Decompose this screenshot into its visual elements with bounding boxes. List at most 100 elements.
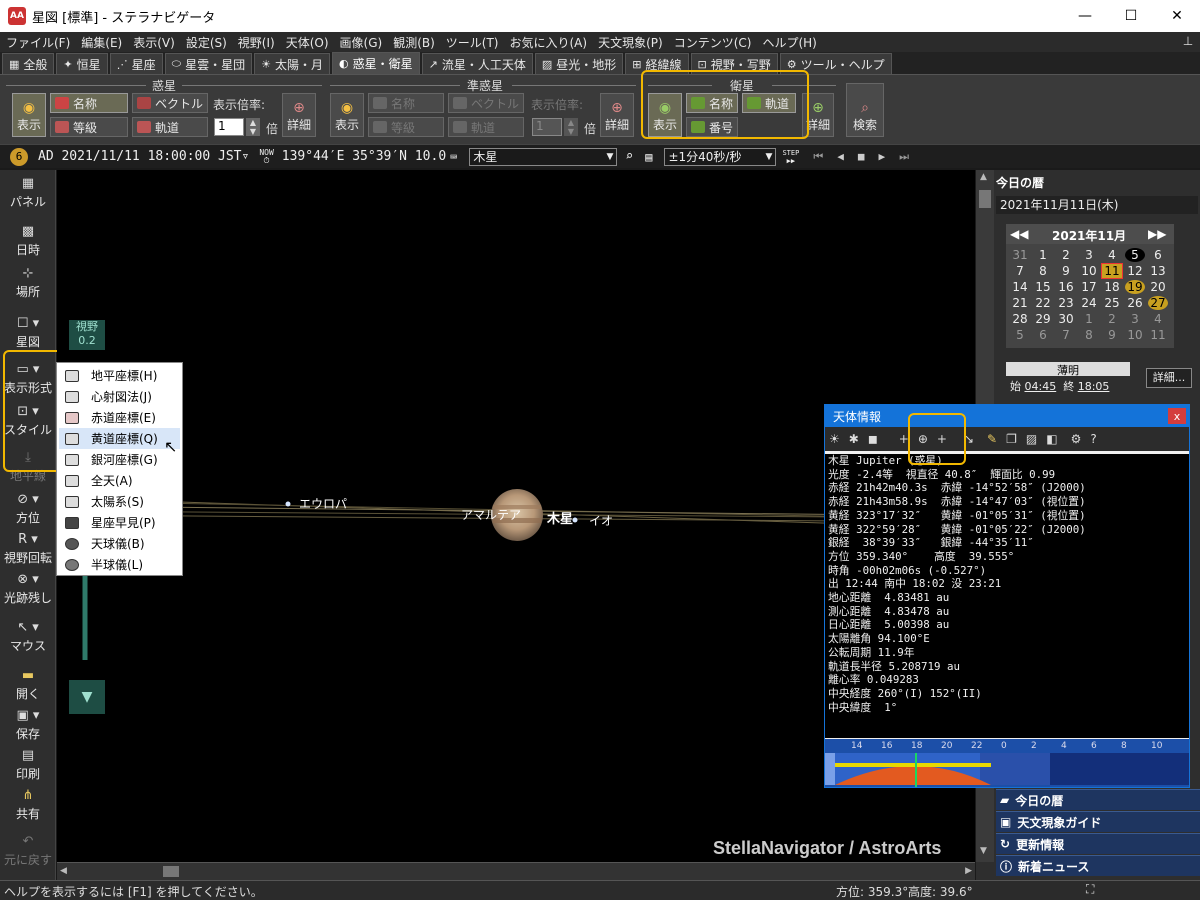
tab-general[interactable]: ▦ 全般 [2, 53, 55, 74]
planets-scale-input[interactable]: 1 [214, 118, 244, 136]
print-button[interactable]: ▤ 印刷 [0, 748, 56, 782]
calendar-day[interactable]: 7 [1010, 264, 1030, 278]
save-button[interactable]: ▣ ▾ 保存 [0, 708, 56, 742]
skip-forward-icon[interactable]: ⏭ [899, 150, 909, 164]
scroll-up-icon[interactable]: ▲ [980, 172, 987, 182]
mouse-button[interactable]: ↖ ▾ マウス [0, 620, 56, 654]
tab-tools-help[interactable]: ⚙ ツール・ヘルプ [779, 53, 892, 74]
info-window-titlebar[interactable]: 天体情報 x [825, 405, 1189, 427]
datetime-button[interactable]: ▩ 日時 [0, 224, 56, 258]
next-month-icon[interactable]: ▶▶ [1148, 227, 1166, 241]
pen-icon[interactable]: ✎ [987, 432, 997, 446]
calendar-day[interactable]: 1 [1079, 312, 1099, 326]
link-news[interactable]: ⓘ 新着ニュース [996, 855, 1200, 876]
menu-view[interactable]: 表示(V) [133, 34, 175, 51]
planets-vector-button[interactable]: ベクトル [132, 93, 208, 113]
scroll-down-icon[interactable]: ▼ [980, 846, 987, 856]
dwarf-show-button[interactable]: ◉ 表示 [330, 93, 364, 137]
planets-show-button[interactable]: ◉ 表示 [12, 93, 46, 137]
tab-grid[interactable]: ⊞ 経緯線 [625, 53, 689, 74]
tab-planets[interactable]: ◐ 惑星・衛星 [331, 52, 420, 74]
menu-object[interactable]: 天体(O) [286, 34, 329, 51]
calendar-day[interactable]: 26 [1125, 296, 1145, 310]
menu-image[interactable]: 画像(G) [340, 34, 383, 51]
menu-tools[interactable]: ツール(T) [446, 34, 499, 51]
step-icon[interactable]: STEP ▶▶ [782, 149, 799, 165]
list-icon[interactable]: ▤ [645, 150, 652, 164]
calendar-day[interactable]: 23 [1056, 296, 1076, 310]
planets-detail-button[interactable]: ⊕ 詳細 [282, 93, 316, 137]
dwarf-scale-input[interactable]: 1 [532, 118, 562, 136]
stop-icon[interactable]: ■ [858, 150, 865, 163]
share-button[interactable]: ⋔ 共有 [0, 788, 56, 822]
calendar-day[interactable]: 3 [1079, 248, 1099, 262]
skip-back-icon[interactable]: ⏮ [813, 150, 823, 164]
keyboard-icon[interactable]: ⌨ [450, 150, 457, 164]
calendar-day[interactable]: 22 [1033, 296, 1053, 310]
tab-nebulae[interactable]: ⬭ 星雲・星団 [164, 53, 253, 74]
now-button[interactable]: NOW ⏱ [259, 148, 273, 165]
satellites-name-button[interactable]: 名称 [686, 93, 738, 113]
dwarf-name-button[interactable]: 名称 [368, 93, 444, 113]
horizon-button[interactable]: ⤓ 地平線 [0, 450, 56, 484]
fov-down-button[interactable]: ▼ [69, 680, 105, 714]
object-icon[interactable]: ◼ [868, 432, 878, 446]
calendar-day[interactable]: 20 [1148, 280, 1168, 294]
starmap-button[interactable]: ☐ ▾ 星図 [0, 316, 56, 350]
calendar-day[interactable]: 17 [1079, 280, 1099, 294]
search-icon[interactable]: ⌕ [625, 149, 633, 164]
location-button[interactable]: ⊹ 場所 [0, 266, 56, 300]
dwarf-vector-button[interactable]: ベクトル [448, 93, 524, 113]
arrow-icon[interactable]: ↘ [964, 432, 974, 446]
menu-item-galactic[interactable]: 銀河座標(G) [59, 449, 180, 470]
datetime-display[interactable]: AD 2021/11/11 18:00:00 JST▿ [38, 149, 249, 164]
planets-magnitude-button[interactable]: 等級 [50, 117, 128, 137]
calendar-day[interactable]: 16 [1056, 280, 1076, 294]
dwarf-detail-button[interactable]: ⊕ 詳細 [600, 93, 634, 137]
calendar-day[interactable]: 30 [1056, 312, 1076, 326]
play-icon[interactable]: ▶ [878, 150, 885, 163]
tab-daylight[interactable]: ▨ 昼光・地形 [534, 53, 624, 74]
calendar-day[interactable]: 10 [1125, 328, 1145, 342]
tab-constellations[interactable]: ⋰ 星座 [109, 53, 163, 74]
menu-item-gnomonic[interactable]: 心射図法(J) [59, 386, 180, 407]
tab-field[interactable]: ⊡ 視野・写野 [690, 53, 778, 74]
satellites-orbit-button[interactable]: 軌道 [742, 93, 796, 113]
satellites-number-button[interactable]: 番号 [686, 117, 738, 137]
scroll-right-icon[interactable]: ▶ [965, 866, 972, 876]
calendar-day[interactable]: 28 [1010, 312, 1030, 326]
menu-file[interactable]: ファイル(F) [6, 34, 70, 51]
calendar-detail-button[interactable]: 詳細... [1146, 368, 1192, 388]
link-updates[interactable]: ↻ 更新情報 [996, 833, 1200, 854]
window-icon[interactable]: ❐ [1006, 432, 1017, 446]
calendar-day[interactable]: 8 [1033, 264, 1053, 278]
calendar-day[interactable]: 10 [1079, 264, 1099, 278]
menu-item-horizontal[interactable]: 地平座標(H) [59, 365, 180, 386]
marker-remove-icon[interactable]: + [937, 432, 947, 446]
open-button[interactable]: ▬ 開く [0, 668, 56, 702]
calendar-day[interactable]: 19 [1125, 280, 1145, 294]
help-icon[interactable]: ? [1090, 432, 1096, 446]
calendar-day[interactable]: 2 [1102, 312, 1122, 326]
calendar-day[interactable]: 15 [1033, 280, 1053, 294]
panel-button[interactable]: ▦ パネル [0, 176, 56, 210]
scroll-thumb[interactable] [979, 190, 991, 208]
calendar-day[interactable]: 12 [1125, 264, 1145, 278]
planets-name-button[interactable]: 名称 [50, 93, 128, 113]
calendar-day[interactable]: 2 [1056, 248, 1076, 262]
menu-settings[interactable]: 設定(S) [186, 34, 227, 51]
dwarf-scale-stepper[interactable]: ▲ ▼ [564, 118, 578, 136]
calendar-day[interactable]: 1 [1033, 248, 1053, 262]
target-select[interactable]: 木星 ▼ [469, 147, 618, 166]
calendar-day[interactable]: 11 [1148, 328, 1168, 342]
calendar-day[interactable]: 8 [1079, 328, 1099, 342]
tab-sun-moon[interactable]: ☀ 太陽・月 [254, 53, 330, 74]
planets-orbit-button[interactable]: 軌道 [132, 117, 208, 137]
calendar-day[interactable]: 6 [1033, 328, 1053, 342]
calendar-day[interactable]: 5 [1125, 248, 1145, 262]
calendar-day[interactable]: 3 [1125, 312, 1145, 326]
planets-scale-stepper[interactable]: ▲ ▼ [246, 118, 260, 136]
satellites-detail-button[interactable]: ⊕ 詳細 [802, 93, 834, 137]
tab-meteors[interactable]: ↗ 流星・人工天体 [421, 53, 533, 74]
scroll-thumb[interactable] [163, 866, 179, 877]
